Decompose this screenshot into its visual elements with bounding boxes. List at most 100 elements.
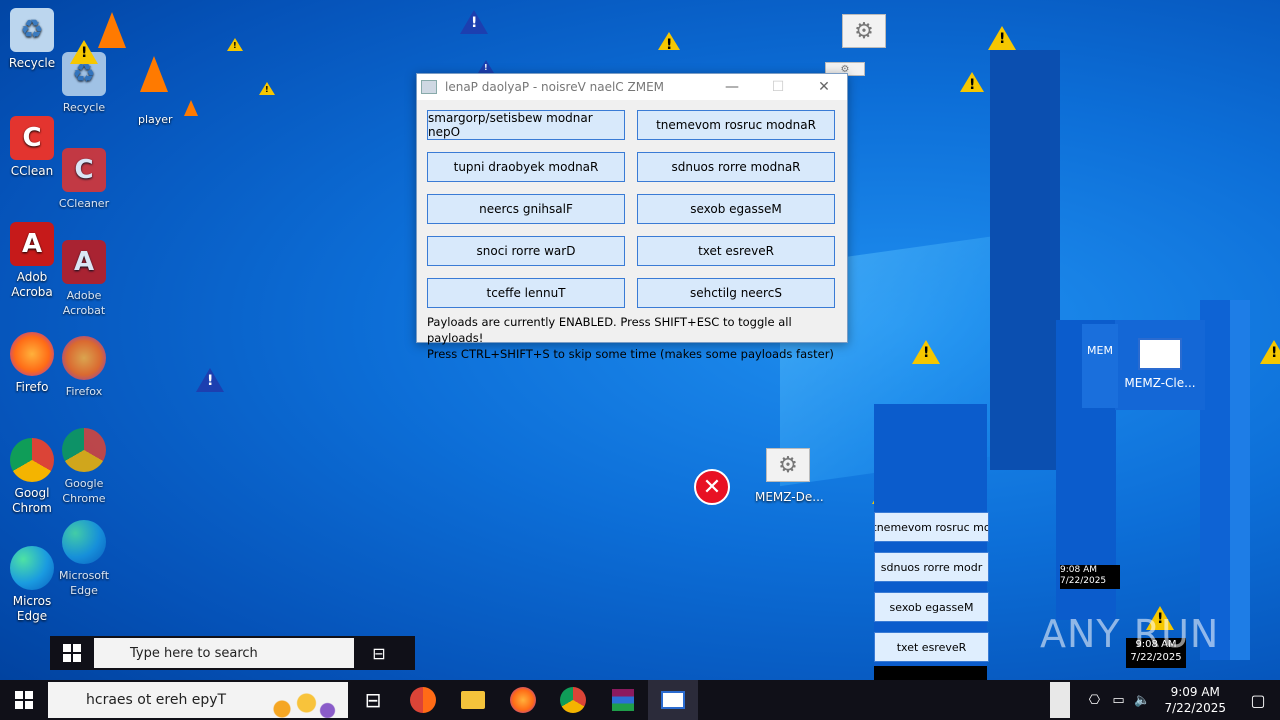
task-view-icon[interactable]: ⊟ bbox=[354, 636, 404, 670]
app-icon bbox=[421, 80, 437, 94]
glitch-column bbox=[1230, 300, 1250, 660]
ccleaner-icon: C bbox=[62, 148, 106, 192]
payload-button[interactable]: snoci rorre warD bbox=[427, 236, 625, 266]
windows-icon bbox=[15, 691, 33, 709]
minimize-button[interactable]: — bbox=[709, 74, 755, 100]
firefox-taskbar-button[interactable] bbox=[498, 680, 548, 720]
folder-icon bbox=[461, 691, 485, 709]
payload-button[interactable]: sdnuos rorre modnaR bbox=[637, 152, 835, 182]
search-box[interactable]: hcraes ot ereh epyT bbox=[48, 682, 348, 718]
vlc-cone-icon[interactable] bbox=[184, 100, 198, 116]
desktop-icon-label: Firefox bbox=[65, 385, 103, 398]
payload-button[interactable]: neercs gnihsalF bbox=[427, 194, 625, 224]
search-placeholder: hcraes ot ereh epyT bbox=[86, 692, 227, 708]
desktop-icon-label: Google Chrome bbox=[62, 477, 106, 505]
task-view-button[interactable]: ⊟ bbox=[348, 680, 398, 720]
window-icon bbox=[661, 691, 685, 709]
chrome-icon bbox=[560, 687, 586, 713]
anyrun-watermark: ANY RUN bbox=[1040, 612, 1220, 656]
glitch-block bbox=[1050, 682, 1071, 718]
system-tray: ⎔ ▭ 🔈 9:09 AM 7/22/2025 ▢ bbox=[1050, 680, 1280, 720]
firefox-icon bbox=[510, 687, 536, 713]
memz-shortcut-duplicate[interactable]: MEM bbox=[1082, 324, 1118, 408]
search-decoration bbox=[268, 688, 338, 718]
warning-icon bbox=[259, 82, 275, 95]
desktop-icon-label: CCleaner bbox=[58, 197, 110, 210]
notification-icon[interactable]: ▢ bbox=[1236, 691, 1280, 710]
desktop-icon-firefox2[interactable]: Firefox bbox=[46, 336, 122, 399]
vlc-cone-icon[interactable] bbox=[140, 56, 168, 92]
dialog-titlebar[interactable]: lenaP daolyaP - noisreV naelC ZMEM — ☐ ✕ bbox=[417, 74, 847, 100]
payload-button[interactable]: sexob egasseM bbox=[637, 194, 835, 224]
close-button[interactable]: ✕ bbox=[801, 74, 847, 100]
fragment-button[interactable]: sexob egasseM bbox=[874, 592, 989, 622]
fragment-button[interactable]: sdnuos rorre modr bbox=[874, 552, 989, 582]
network-icon[interactable]: ▭ bbox=[1106, 693, 1130, 708]
window-icon bbox=[1138, 338, 1182, 370]
warning-icon bbox=[70, 40, 98, 64]
memz-clean-label: MEMZ-Cle... bbox=[1124, 376, 1196, 390]
desktop-icon-edge2[interactable]: Microsoft Edge bbox=[46, 520, 122, 598]
memz-clean-shortcut[interactable]: MEMZ-Cle... bbox=[1115, 320, 1205, 410]
chrome-icon bbox=[62, 428, 106, 472]
start-button[interactable] bbox=[0, 680, 48, 720]
vlc-cone-icon[interactable] bbox=[98, 12, 126, 48]
warning-icon bbox=[196, 368, 224, 392]
warning-icon bbox=[912, 340, 940, 364]
gear-icon: ⚙ bbox=[842, 14, 886, 48]
maximize-button: ☐ bbox=[771, 79, 785, 95]
payload-status: Payloads are currently ENABLED. Press SH… bbox=[417, 308, 847, 362]
warning-icon bbox=[460, 10, 488, 34]
people-icon[interactable]: ⎔ bbox=[1082, 693, 1106, 708]
payload-button[interactable]: txet esreveR bbox=[637, 236, 835, 266]
desktop-icon-acrobat2[interactable]: A Adobe Acrobat bbox=[46, 240, 122, 318]
taskbar-app-mixed[interactable] bbox=[398, 680, 448, 720]
player-label: player bbox=[138, 113, 173, 126]
glitch-column bbox=[990, 50, 1060, 470]
clock-date: 7/22/2025 bbox=[1164, 701, 1226, 715]
taskbar: hcraes ot ereh epyT ⊟ ⎔ ▭ 🔈 9:09 AM 7/22… bbox=[0, 680, 1280, 720]
warning-icon bbox=[988, 26, 1016, 50]
payload-button[interactable]: tceffe lennuT bbox=[427, 278, 625, 308]
recycle-icon: ♻ bbox=[10, 8, 54, 52]
winrar-icon bbox=[612, 689, 634, 711]
warning-icon bbox=[478, 60, 494, 73]
desktop-icon-label: Micros Edge bbox=[12, 594, 52, 623]
payload-button[interactable]: tnemevom rosruc modnaR bbox=[637, 110, 835, 140]
payload-button-grid: smargorp/setisbew modnar nepO tnemevom ro… bbox=[417, 100, 847, 308]
chrome-taskbar-button[interactable] bbox=[548, 680, 598, 720]
status-line-2: Press CTRL+SHIFT+S to skip some time (ma… bbox=[427, 347, 834, 361]
desktop-icon-label: Microsoft Edge bbox=[58, 569, 110, 597]
memz-short-label: MEM bbox=[1087, 344, 1113, 357]
warning-icon bbox=[658, 32, 680, 53]
payload-button[interactable]: tupni draobyek modnaR bbox=[427, 152, 625, 182]
warning-icon bbox=[960, 72, 984, 93]
payload-button[interactable]: smargorp/setisbew modnar nepO bbox=[427, 110, 625, 140]
ghost-start-button[interactable] bbox=[50, 636, 94, 670]
memz-destructive-label: MEMZ-De... bbox=[755, 490, 824, 504]
fragment-button[interactable]: txet esreveR bbox=[874, 632, 989, 662]
ghost-search-box[interactable]: Type here to search bbox=[94, 638, 354, 668]
winrar-taskbar-button[interactable] bbox=[598, 680, 648, 720]
ghost-time: 9:08 AM bbox=[1060, 565, 1097, 575]
memz-payload-panel: lenaP daolyaP - noisreV naelC ZMEM — ☐ ✕… bbox=[416, 73, 848, 361]
edge-icon bbox=[62, 520, 106, 564]
memz-taskbar-button[interactable] bbox=[648, 680, 698, 720]
status-line-1: Payloads are currently ENABLED. Press SH… bbox=[427, 315, 792, 345]
file-explorer-button[interactable] bbox=[448, 680, 498, 720]
memz-destructive-icon[interactable]: ⚙ bbox=[766, 448, 810, 482]
fragment-button[interactable]: tnemevom rosruc mo bbox=[874, 512, 989, 542]
error-icon: ✕ bbox=[694, 469, 730, 505]
desktop-icon-chrome2[interactable]: Google Chrome bbox=[46, 428, 122, 506]
clock[interactable]: 9:09 AM 7/22/2025 bbox=[1164, 684, 1226, 716]
ghost-taskbar: Type here to search ⊟ bbox=[50, 636, 415, 670]
clock-time: 9:09 AM bbox=[1170, 685, 1220, 699]
warning-icon bbox=[227, 38, 243, 51]
desktop-icon-label: Recycle bbox=[62, 101, 106, 114]
acrobat-icon: A bbox=[62, 240, 106, 284]
volume-icon[interactable]: 🔈 bbox=[1130, 693, 1154, 708]
dialog-title: lenaP daolyaP - noisreV naelC ZMEM bbox=[445, 80, 665, 94]
payload-button[interactable]: sehctilg neercS bbox=[637, 278, 835, 308]
desktop-icon-ccleaner2[interactable]: C CCleaner bbox=[46, 148, 122, 211]
ghost-clock: 9:08 AM 7/22/2025 bbox=[1060, 565, 1120, 589]
